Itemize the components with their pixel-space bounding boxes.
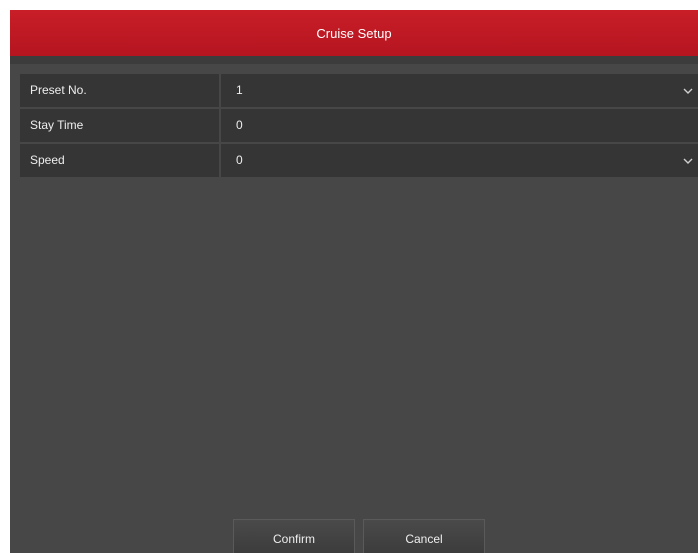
stay-time-label: Stay Time — [20, 109, 219, 142]
title-bar: Cruise Setup — [10, 10, 698, 56]
cruise-setup-dialog: Cruise Setup Preset No. 1 Stay Time 0 Sp… — [10, 10, 698, 553]
button-bar: Confirm Cancel — [10, 519, 698, 553]
dialog-title: Cruise Setup — [316, 25, 392, 41]
speed-label: Speed — [20, 144, 219, 177]
confirm-button[interactable]: Confirm — [233, 519, 355, 553]
chevron-down-icon[interactable] — [682, 144, 694, 177]
speed-select[interactable]: 0 — [221, 144, 698, 177]
cruise-form: Preset No. 1 Stay Time 0 Speed 0 — [20, 74, 698, 179]
preset-no-select[interactable]: 1 — [221, 74, 698, 107]
chevron-down-icon[interactable] — [682, 74, 694, 107]
preset-no-label: Preset No. — [20, 74, 219, 107]
stay-time-value: 0 — [236, 118, 243, 132]
preset-no-value: 1 — [236, 83, 243, 97]
preset-no-row: Preset No. 1 — [20, 74, 698, 107]
title-divider — [10, 56, 698, 64]
speed-value: 0 — [236, 153, 243, 167]
stay-time-row: Stay Time 0 — [20, 109, 698, 142]
cancel-button[interactable]: Cancel — [363, 519, 485, 553]
stay-time-input[interactable]: 0 — [221, 109, 698, 142]
speed-row: Speed 0 — [20, 144, 698, 177]
